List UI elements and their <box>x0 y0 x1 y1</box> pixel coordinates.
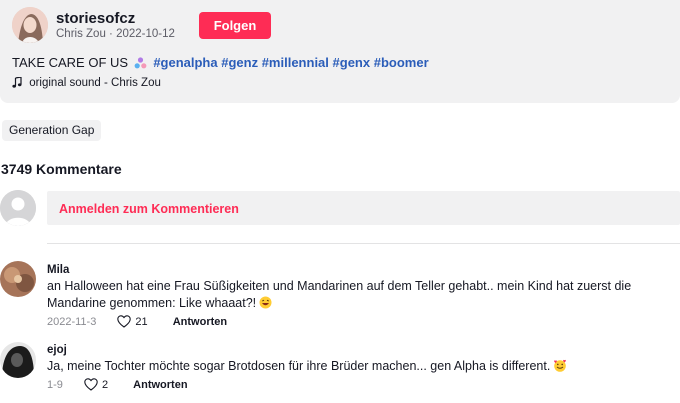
comment-text: an Halloween hat eine Frau Süßigkeiten u… <box>47 278 677 314</box>
follow-button[interactable]: Folgen <box>199 12 271 39</box>
laughing-face-icon <box>259 296 272 314</box>
like-count: 2 <box>101 379 109 391</box>
hashtag-link[interactable]: #boomer <box>374 55 429 70</box>
smiling-face-hearts-icon <box>553 359 567 377</box>
comment-meta: 2022-11-3 21 Antworten <box>47 315 227 331</box>
comment-count: 3749 Kommentare <box>1 161 122 177</box>
hashtag-link[interactable]: #millennial <box>262 55 329 70</box>
commenter-avatar[interactable] <box>0 342 36 378</box>
comment-date: 1-9 <box>47 379 63 391</box>
comment-meta: 1-9 2 Antworten <box>47 378 188 394</box>
comment-text: Ja, meine Tochter möchte sogar Brotdosen… <box>47 358 677 377</box>
like-count: 21 <box>135 316 148 328</box>
commenter-username[interactable]: ejoj <box>47 344 67 356</box>
comment-text-content: Ja, meine Tochter möchte sogar Brotdosen… <box>47 359 551 373</box>
heart-icon <box>84 378 98 394</box>
comment-date: 2022-11-3 <box>47 316 97 328</box>
hashtag-link[interactable]: #genalpha <box>153 55 217 70</box>
sound-link[interactable]: original sound - Chris Zou <box>12 76 161 91</box>
reply-button[interactable]: Antworten <box>133 379 187 391</box>
user-silhouette-icon <box>0 190 36 226</box>
post-caption: TAKE CARE OF US #genalpha #genz #millenn… <box>12 55 429 72</box>
like-button[interactable]: 2 <box>84 378 108 394</box>
music-note-icon <box>12 76 22 91</box>
hashtag-link[interactable]: #genz <box>221 55 258 70</box>
comment-login-box[interactable]: Anmelden zum Kommentieren <box>47 191 680 225</box>
post-card: storiesofcz Chris Zou · 2022-10-12 Folge… <box>0 0 680 103</box>
hashtag-link[interactable]: #genx <box>333 55 371 70</box>
reply-button[interactable]: Antworten <box>173 316 227 328</box>
comment-text-content: an Halloween hat eine Frau Süßigkeiten u… <box>47 279 632 310</box>
topic-chip[interactable]: Generation Gap <box>2 120 102 141</box>
divider <box>47 243 680 244</box>
commenter-username[interactable]: Mila <box>47 264 69 276</box>
commenter-avatar[interactable] <box>0 261 36 297</box>
sound-label: original sound - Chris Zou <box>29 77 161 89</box>
triangle-dots-emoji-icon <box>134 57 147 72</box>
login-to-comment-link[interactable]: Anmelden zum Kommentieren <box>59 202 239 216</box>
heart-icon <box>117 315 132 331</box>
author-username[interactable]: storiesofcz <box>56 10 135 27</box>
default-avatar <box>0 190 36 226</box>
like-button[interactable]: 21 <box>117 315 148 331</box>
author-avatar[interactable] <box>12 7 48 43</box>
caption-text: TAKE CARE OF US <box>12 55 129 70</box>
author-meta: Chris Zou · 2022-10-12 <box>56 28 175 40</box>
